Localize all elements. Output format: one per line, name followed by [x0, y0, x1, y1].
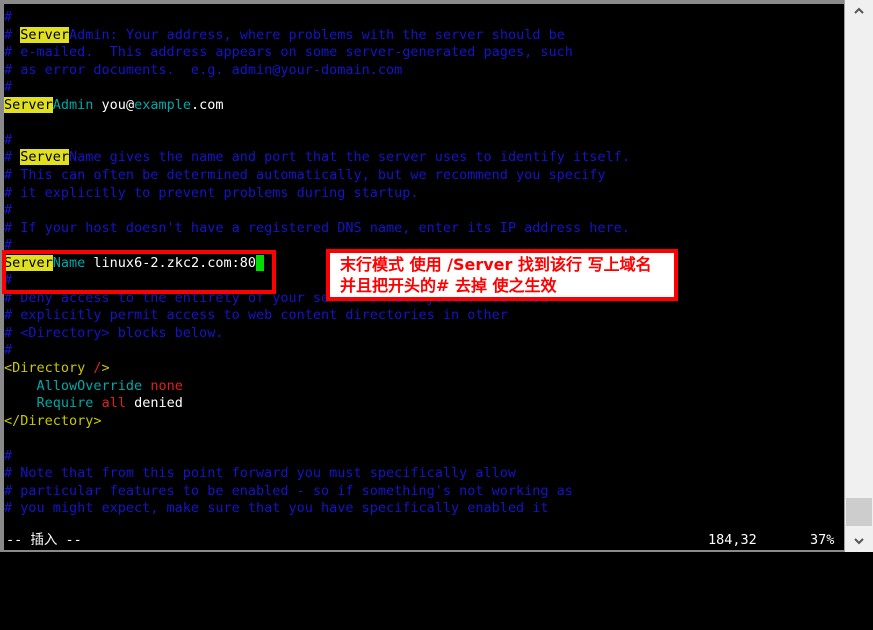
editor-text-segment: example [134, 96, 191, 113]
editor-text-segment: .com [190, 96, 224, 113]
editor-text-segment: </Directory> [4, 412, 102, 429]
editor-line[interactable] [4, 430, 12, 448]
editor-line[interactable]: # ServerAdmin: Your address, where probl… [4, 26, 565, 45]
cursor-position-indicator: 184,32 [708, 532, 757, 548]
terminal-window: # # ServerAdmin: Your address, where prob… [0, 0, 873, 552]
editor-text-segment [93, 395, 101, 411]
editor-text-segment: @ [125, 96, 135, 113]
editor-text-segment: # [4, 447, 13, 464]
editor-text-segment: none [150, 377, 183, 394]
editor-text-segment: # [4, 79, 13, 96]
editor-text-segment: Server [20, 26, 70, 43]
editor-text-segment: Admin [52, 96, 94, 113]
editor-line[interactable]: # Note that from this point forward you … [4, 465, 516, 483]
scrollbar-thumb[interactable] [846, 498, 872, 526]
editor-text-segment [4, 378, 37, 394]
editor-text-segment: AllowOverride [36, 377, 143, 394]
editor-line[interactable]: # it explicitly to prevent problems duri… [4, 185, 419, 203]
editor-text-segment [4, 395, 37, 411]
editor-line[interactable]: ServerAdmin you@example.com [4, 96, 224, 115]
editor-line[interactable]: <Directory /> [4, 360, 110, 378]
vim-status-line: -- 插入 -- 184,32 37% [4, 530, 845, 550]
editor-text-segment: # [4, 202, 13, 219]
editor-line[interactable]: # [4, 202, 12, 220]
edited-line-highlight-box [2, 250, 276, 294]
editor-line[interactable]: # [4, 342, 12, 360]
annotation-box: 末行模式 使用 /Server 找到该行 写上域名 并且把开头的# 去掉 使之生… [326, 249, 678, 301]
editor-text-segment: / [93, 360, 102, 376]
editor-line[interactable]: # you might expect, make sure that you h… [4, 500, 549, 518]
editor-text-segment: # as error documents. e.g. admin@your-do… [4, 61, 403, 78]
editor-text-segment: # [4, 342, 13, 359]
editor-line[interactable]: # as error documents. e.g. admin@your-do… [4, 62, 402, 80]
editor-text-segment: # [4, 9, 13, 25]
editor-line[interactable]: # particular features to be enabled - so… [4, 483, 573, 501]
editor-line[interactable]: # [4, 9, 12, 27]
editor-text-segment: Server [20, 149, 70, 166]
editor-line[interactable]: # [4, 132, 12, 150]
scroll-up-button[interactable] [845, 0, 873, 22]
editor-text-segment: # If your host doesn't have a registered… [4, 219, 630, 236]
editor-text-segment: # [4, 131, 13, 148]
editor-line[interactable]: # [4, 448, 12, 466]
editor-text-segment: all [101, 395, 126, 412]
editor-text-segment: # e-mailed. This address appears on some… [4, 44, 573, 61]
scroll-down-button[interactable] [845, 530, 873, 552]
editor-line[interactable]: # explicitly permit access to web conten… [4, 307, 508, 325]
annotation-line-2: 并且把开头的# 去掉 使之生效 [340, 276, 557, 295]
editor-text-segment: Require [36, 395, 94, 412]
editor-line[interactable]: # This can often be determined automatic… [4, 167, 605, 185]
editor-line[interactable]: # e-mailed. This address appears on some… [4, 44, 573, 62]
editor-text-segment: > [101, 360, 110, 376]
editor-text-segment: # you might expect, make sure that you h… [4, 500, 549, 517]
editor-line[interactable]: # [4, 79, 12, 97]
editor-line[interactable]: AllowOverride none [4, 378, 183, 396]
editor-text-segment: # explicitly permit access to web conten… [4, 307, 508, 324]
editor-line[interactable]: # ServerName gives the name and port tha… [4, 149, 630, 167]
editor-line[interactable]: # If your host doesn't have a registered… [4, 220, 630, 238]
editor-text-segment: Server [4, 96, 53, 113]
file-percent-indicator: 37% [810, 532, 835, 548]
vertical-scrollbar[interactable] [844, 0, 873, 552]
editor-text-segment: # [4, 26, 21, 43]
editor-text-segment: # <Directory> blocks below. [4, 324, 224, 341]
editor-line[interactable]: Require all denied [4, 395, 183, 413]
editor-text-segment: # This can often be determined automatic… [4, 166, 606, 183]
editor-text-segment: # particular features to be enabled - so… [4, 482, 573, 499]
chevron-down-icon [854, 538, 864, 545]
editor-text-segment: denied [125, 395, 183, 412]
editor-text-segment: # it explicitly to prevent problems duri… [4, 184, 419, 201]
editor-text-segment: Name gives the name and port that the se… [69, 149, 630, 166]
editor-text-segment: you [93, 96, 126, 113]
editor-text-segment: Admin: Your address, where problems with… [69, 26, 565, 43]
editor-text-segment: # [4, 149, 21, 166]
annotation-line-1: 末行模式 使用 /Server 找到该行 写上域名 [340, 255, 652, 274]
chevron-up-icon [854, 7, 864, 14]
editor-line[interactable]: # <Directory> blocks below. [4, 325, 223, 343]
editor-text-segment: <Directory [4, 360, 94, 376]
editor-line[interactable]: </Directory> [4, 413, 102, 431]
editor-line[interactable] [4, 114, 12, 132]
editor-text-segment: # Note that from this point forward you … [4, 465, 517, 482]
vim-mode-indicator: -- 插入 -- [6, 532, 82, 548]
